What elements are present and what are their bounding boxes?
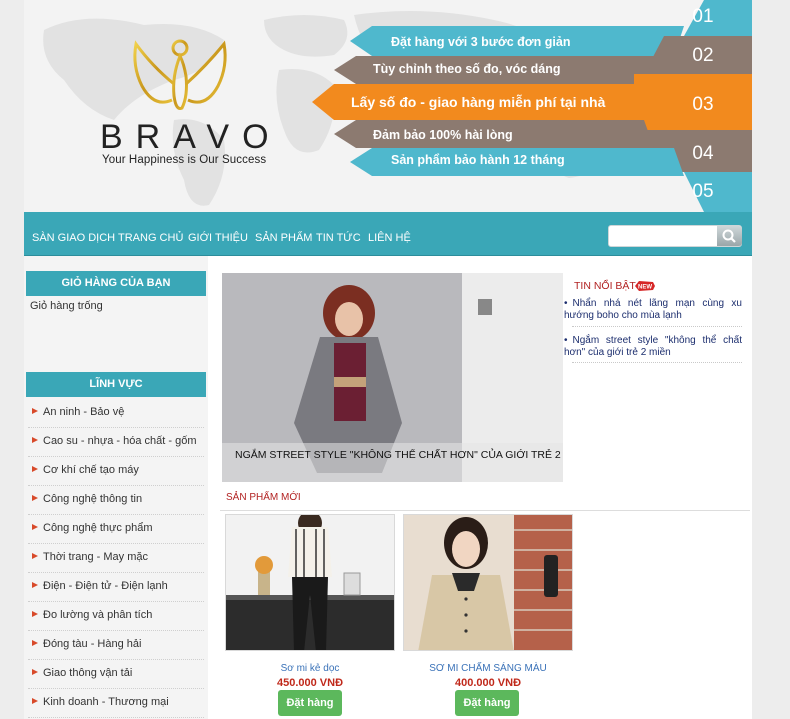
field-item[interactable]: Thời trang - May mặc xyxy=(30,551,148,563)
arrow-bullet-icon xyxy=(32,698,38,704)
arrow-bullet-icon xyxy=(32,495,38,501)
banner-step-4: Đảm bảo 100% hài lòng xyxy=(373,128,513,142)
product-photo-2 xyxy=(404,515,572,650)
banner-step-2: Tùy chỉnh theo số đo, vóc dáng xyxy=(373,62,561,76)
cart-empty-text: Giỏ hàng trống xyxy=(30,300,103,312)
cart-title: GIỎ HÀNG CỦA BẠN xyxy=(26,271,206,296)
field-item-label[interactable]: Cao su - nhựa - hóa chất - gốm xyxy=(43,435,197,447)
nav-item-trang-chu[interactable]: TRANG CHỦ xyxy=(118,232,183,244)
arrow-bullet-icon xyxy=(32,408,38,414)
field-divider xyxy=(28,572,204,573)
arrow-bullet-icon xyxy=(32,611,38,617)
field-item[interactable]: Điện - Điện tử - Điện lạnh xyxy=(30,580,168,592)
news-divider xyxy=(572,326,742,327)
field-divider xyxy=(28,456,204,457)
field-item[interactable]: Cao su - nhựa - hóa chất - gốm xyxy=(30,435,197,447)
field-item-label[interactable]: Kinh doanh - Thương mại xyxy=(43,696,169,708)
field-divider xyxy=(28,427,204,428)
nav-item-gioi-thieu[interactable]: GIỚI THIỆU xyxy=(188,232,248,244)
main-nav: SÀN GIAO DỊCH TRANG CHỦ GIỚI THIỆU SẢN P… xyxy=(24,212,752,256)
news-item-2[interactable]: • Ngắm street style "không thể chất hơn" … xyxy=(564,335,742,359)
news-item-1[interactable]: • Nhẩn nhá nét lãng mạn cùng xu hướng boh… xyxy=(564,298,742,322)
field-item[interactable]: Kinh doanh - Thương mại xyxy=(30,696,169,708)
field-item[interactable]: Công nghệ thực phẩm xyxy=(30,522,153,534)
page: BRAVO Your Happiness is Our Success Đặt … xyxy=(24,0,752,719)
news-title: TIN NỔI BẬT xyxy=(574,280,636,292)
field-item-label[interactable]: Thời trang - May mặc xyxy=(43,551,148,563)
field-item[interactable]: Công nghệ thông tin xyxy=(30,493,142,505)
field-item[interactable]: An ninh - Bảo vệ xyxy=(30,406,124,418)
field-item-label[interactable]: Đóng tàu - Hàng hải xyxy=(43,638,141,650)
product-price-1: 450.000 VNĐ xyxy=(276,677,344,689)
news-divider xyxy=(572,362,742,363)
featured-article-image[interactable]: NGẮM STREET STYLE "KHÔNG THỂ CHẤT HƠN" C… xyxy=(222,273,563,482)
section-divider xyxy=(220,510,750,511)
field-divider xyxy=(28,659,204,660)
arrow-bullet-icon xyxy=(32,640,38,646)
order-button-1[interactable]: Đặt hàng xyxy=(278,690,342,716)
search-input[interactable] xyxy=(609,226,717,246)
arrow-bullet-icon xyxy=(32,553,38,559)
nav-item-san-pham[interactable]: SẢN PHẨM xyxy=(255,232,312,244)
nav-item-lien-he[interactable]: LIÊN HỆ xyxy=(368,232,411,244)
field-item-label[interactable]: Đo lường và phân tích xyxy=(43,609,152,621)
search-icon xyxy=(722,229,736,243)
brand-slogan: Your Happiness is Our Success xyxy=(102,154,267,166)
news-item-2-text[interactable]: Ngắm street style "không thể chất hơn" c… xyxy=(564,335,742,358)
banner-step-num-2: 02 xyxy=(692,45,714,66)
new-badge-icon: NEW xyxy=(635,281,655,291)
product-image-2[interactable] xyxy=(403,514,573,651)
product-name-1[interactable]: Sơ mi kẻ dọc xyxy=(225,663,395,674)
banner-step-num-1: 01 xyxy=(692,6,714,27)
banner-step-num-4: 04 xyxy=(692,143,714,164)
search-box xyxy=(608,225,742,247)
field-divider xyxy=(28,485,204,486)
sidebar: GIỎ HÀNG CỦA BẠN Giỏ hàng trống LĨNH VỰC… xyxy=(24,256,208,719)
arrow-bullet-icon xyxy=(32,466,38,472)
nav-item-tin-tuc[interactable]: TIN TỨC xyxy=(316,232,361,244)
product-image-1[interactable] xyxy=(225,514,395,651)
header-banner: BRAVO Your Happiness is Our Success Đặt … xyxy=(24,0,752,212)
banner-step-5: Sản phẩm bảo hành 12 tháng xyxy=(391,153,565,167)
nav-item-san-giao-dich[interactable]: SÀN GIAO DỊCH xyxy=(32,232,115,244)
field-item-label[interactable]: Điện - Điện tử - Điện lạnh xyxy=(43,580,168,592)
bullet-icon: • xyxy=(564,335,568,346)
product-name-2[interactable]: SƠ MI CHẤM SÁNG MÀU xyxy=(403,663,573,674)
arrow-bullet-icon xyxy=(32,524,38,530)
field-item-label[interactable]: Cơ khí chế tạo máy xyxy=(43,464,139,476)
banner-step-num-5: 05 xyxy=(692,181,714,202)
brand-name: BRAVO xyxy=(100,118,282,156)
field-item-label[interactable]: Công nghệ thông tin xyxy=(43,493,142,505)
order-button-2[interactable]: Đặt hàng xyxy=(455,690,519,716)
banner-step-1: Đặt hàng với 3 bước đơn giản xyxy=(391,35,571,49)
field-item-label[interactable]: Giao thông vận tải xyxy=(43,667,132,679)
product-photo-1 xyxy=(226,515,394,650)
field-item-label[interactable]: Công nghệ thực phẩm xyxy=(43,522,153,534)
search-button[interactable] xyxy=(717,226,742,246)
field-divider xyxy=(28,630,204,631)
arrow-bullet-icon xyxy=(32,582,38,588)
bullet-icon: • xyxy=(564,298,568,309)
new-products-title: SẢN PHẨM MỚI xyxy=(226,492,301,503)
field-item[interactable]: Giao thông vận tải xyxy=(30,667,132,679)
field-item-label[interactable]: An ninh - Bảo vệ xyxy=(43,406,124,418)
news-item-1-text[interactable]: Nhẩn nhá nét lãng mạn cùng xu hướng boho… xyxy=(564,298,742,321)
arrow-bullet-icon xyxy=(32,669,38,675)
news-badge-text: NEW xyxy=(638,284,652,290)
banner-step-3: Lấy số đo - giao hàng miễn phí tại nhà xyxy=(351,94,606,110)
product-price-2: 400.000 VNĐ xyxy=(454,677,522,689)
arrow-bullet-icon xyxy=(32,437,38,443)
field-divider xyxy=(28,717,204,718)
field-item[interactable]: Đo lường và phân tích xyxy=(30,609,152,621)
field-item[interactable]: Cơ khí chế tạo máy xyxy=(30,464,139,476)
banner-step-num-3: 03 xyxy=(692,94,714,115)
field-divider xyxy=(28,543,204,544)
field-divider xyxy=(28,514,204,515)
field-divider xyxy=(28,688,204,689)
fields-title: LĨNH VỰC xyxy=(26,372,206,397)
featured-caption[interactable]: NGẮM STREET STYLE "KHÔNG THỂ CHẤT HƠN" C… xyxy=(235,449,563,461)
field-item[interactable]: Đóng tàu - Hàng hải xyxy=(30,638,141,650)
field-divider xyxy=(28,601,204,602)
